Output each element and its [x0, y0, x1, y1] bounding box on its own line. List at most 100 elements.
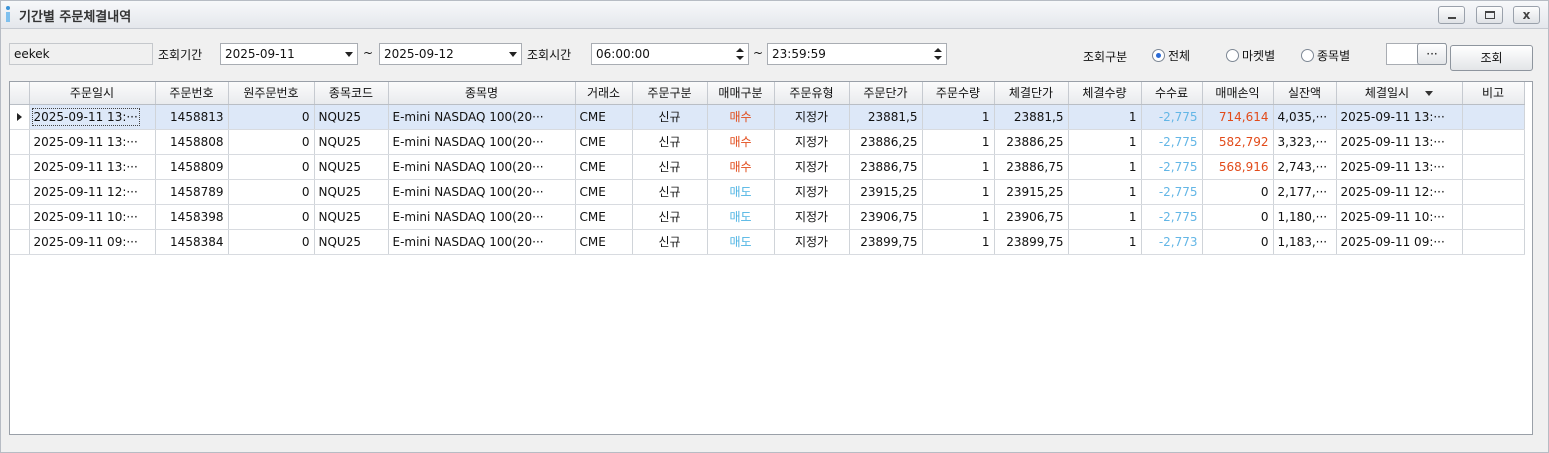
table-row[interactable]: 2025-09-11 09:··· 1458384 0 NQU25 E-mini NAS…: [10, 229, 1525, 255]
column-header[interactable]: 주문단가: [849, 82, 923, 105]
chevron-down-icon: [509, 52, 517, 57]
column-header[interactable]: 체결일시: [1336, 82, 1463, 105]
time-from-spinner[interactable]: 06:00:00: [591, 43, 749, 65]
sort-down-icon[interactable]: [1425, 91, 1434, 97]
row-selector[interactable]: [10, 204, 30, 230]
column-header[interactable]: 주문구분: [632, 82, 708, 105]
cell-fee: -2,773: [1141, 229, 1203, 255]
ellipsis-button[interactable]: ···: [1417, 43, 1447, 65]
cell-fill-time: 2025-09-11 13:···: [1336, 129, 1463, 155]
cell-order-type: 지정가: [774, 229, 850, 255]
cell-fill-price: 23886,25: [994, 129, 1069, 155]
cell-exchange: CME: [575, 204, 633, 230]
filter-radio-market[interactable]: 마켓별: [1226, 47, 1275, 63]
time-to-spinner[interactable]: 23:59:59: [767, 43, 947, 65]
cell-order-kind: 신규: [632, 179, 708, 205]
minimize-icon: [1448, 17, 1456, 19]
cell-orig-order-no: 0: [228, 154, 315, 180]
column-header[interactable]: 종목코드: [314, 82, 389, 105]
table-row[interactable]: 2025-09-11 13:··· 1458809 0 NQU25 E-mini NAS…: [10, 154, 1525, 180]
cell-order-time: 2025-09-11 13:···: [29, 154, 156, 180]
time-from-value: 06:00:00: [596, 47, 650, 61]
cell-exchange: CME: [575, 104, 633, 130]
account-field[interactable]: eekek: [9, 43, 153, 65]
cell-exchange: CME: [575, 179, 633, 205]
column-header[interactable]: 주문수량: [922, 82, 995, 105]
column-header[interactable]: 주문일시: [29, 82, 156, 105]
spinner-icon[interactable]: [736, 46, 744, 62]
date-from-combo[interactable]: 2025-09-11: [220, 43, 358, 65]
cell-fill-qty: 1: [1068, 104, 1142, 130]
cell-note: [1462, 154, 1525, 180]
cell-pnl: 0: [1202, 229, 1274, 255]
cell-balance: 1,183,···: [1273, 229, 1337, 255]
order-fill-grid[interactable]: 주문일시 주문번호 원주문번호 종목코드 종목명 거래소 주문구분 매매구분 주문유형 주문단가 주…: [9, 81, 1533, 435]
cell-code: NQU25: [314, 204, 389, 230]
cell-orig-order-no: 0: [228, 204, 315, 230]
column-header[interactable]: 매매구분: [707, 82, 775, 105]
cell-fill-time: 2025-09-11 09:···: [1336, 229, 1463, 255]
cell-note: [1462, 204, 1525, 230]
table-row[interactable]: 2025-09-11 10:··· 1458398 0 NQU25 E-mini NAS…: [10, 204, 1525, 230]
cell-name: E-mini NASDAQ 100(20···: [388, 129, 576, 155]
cell-order-kind: 신규: [632, 154, 708, 180]
column-header[interactable]: 수수료: [1141, 82, 1203, 105]
row-selector[interactable]: [10, 229, 30, 255]
row-selector[interactable]: [10, 104, 30, 130]
cell-pnl: 714,614: [1202, 104, 1274, 130]
column-header[interactable]: 비고: [1462, 82, 1525, 105]
search-button[interactable]: 조회: [1450, 45, 1533, 71]
row-selector[interactable]: [10, 179, 30, 205]
radio-icon: [1301, 49, 1314, 62]
column-header[interactable]: 실잔액: [1273, 82, 1337, 105]
cell-order-type: 지정가: [774, 179, 850, 205]
cell-orig-order-no: 0: [228, 229, 315, 255]
spinner-icon[interactable]: [934, 46, 942, 62]
column-header[interactable]: 종목명: [388, 82, 576, 105]
column-header[interactable]: 원주문번호: [228, 82, 315, 105]
cell-balance: 2,743,···: [1273, 154, 1337, 180]
cell-fill-qty: 1: [1068, 229, 1142, 255]
cell-order-price: 23915,25: [849, 179, 923, 205]
table-row[interactable]: 2025-09-11 13:··· 1458813 0 NQU25 E-mini NAS…: [10, 104, 1525, 130]
cell-name: E-mini NASDAQ 100(20···: [388, 204, 576, 230]
cell-order-time: 2025-09-11 13:···: [29, 104, 156, 130]
cell-fee: -2,775: [1141, 129, 1203, 155]
table-row[interactable]: 2025-09-11 12:··· 1458789 0 NQU25 E-mini NAS…: [10, 179, 1525, 205]
date-to-combo[interactable]: 2025-09-12: [379, 43, 522, 65]
cell-order-time: 2025-09-11 10:···: [29, 204, 156, 230]
cell-fill-time: 2025-09-11 13:···: [1336, 104, 1463, 130]
cell-order-kind: 신규: [632, 129, 708, 155]
cell-code: NQU25: [314, 129, 389, 155]
cell-code: NQU25: [314, 104, 389, 130]
cell-order-no: 1458384: [155, 229, 229, 255]
cell-order-no: 1458813: [155, 104, 229, 130]
filter-radio-symbol[interactable]: 종목별: [1301, 47, 1350, 63]
column-header[interactable]: 주문번호: [155, 82, 229, 105]
row-selector[interactable]: [10, 154, 30, 180]
column-header[interactable]: 거래소: [575, 82, 633, 105]
column-header[interactable]: 매매손익: [1202, 82, 1274, 105]
column-header[interactable]: 주문유형: [774, 82, 850, 105]
cell-name: E-mini NASDAQ 100(20···: [388, 179, 576, 205]
cell-note: [1462, 229, 1525, 255]
cell-pnl: 0: [1202, 204, 1274, 230]
close-button[interactable]: x: [1513, 6, 1540, 24]
row-selector[interactable]: [10, 129, 30, 155]
cell-fill-price: 23899,75: [994, 229, 1069, 255]
app-icon: [5, 6, 11, 23]
column-header[interactable]: 체결단가: [994, 82, 1069, 105]
filter-radio-all[interactable]: 전체: [1152, 47, 1190, 63]
cell-order-qty: 1: [922, 154, 995, 180]
title-bar[interactable]: 기간별 주문체결내역 x: [1, 1, 1548, 29]
cell-fill-time: 2025-09-11 12:···: [1336, 179, 1463, 205]
cell-order-price: 23886,25: [849, 129, 923, 155]
maximize-button[interactable]: [1476, 6, 1503, 24]
column-header[interactable]: 체결수량: [1068, 82, 1142, 105]
table-row[interactable]: 2025-09-11 13:··· 1458808 0 NQU25 E-mini NAS…: [10, 129, 1525, 155]
minimize-button[interactable]: [1438, 6, 1465, 24]
cell-balance: 4,035,···: [1273, 104, 1337, 130]
cell-fill-time: 2025-09-11 10:···: [1336, 204, 1463, 230]
cell-orig-order-no: 0: [228, 179, 315, 205]
cell-order-time: 2025-09-11 13:···: [29, 129, 156, 155]
